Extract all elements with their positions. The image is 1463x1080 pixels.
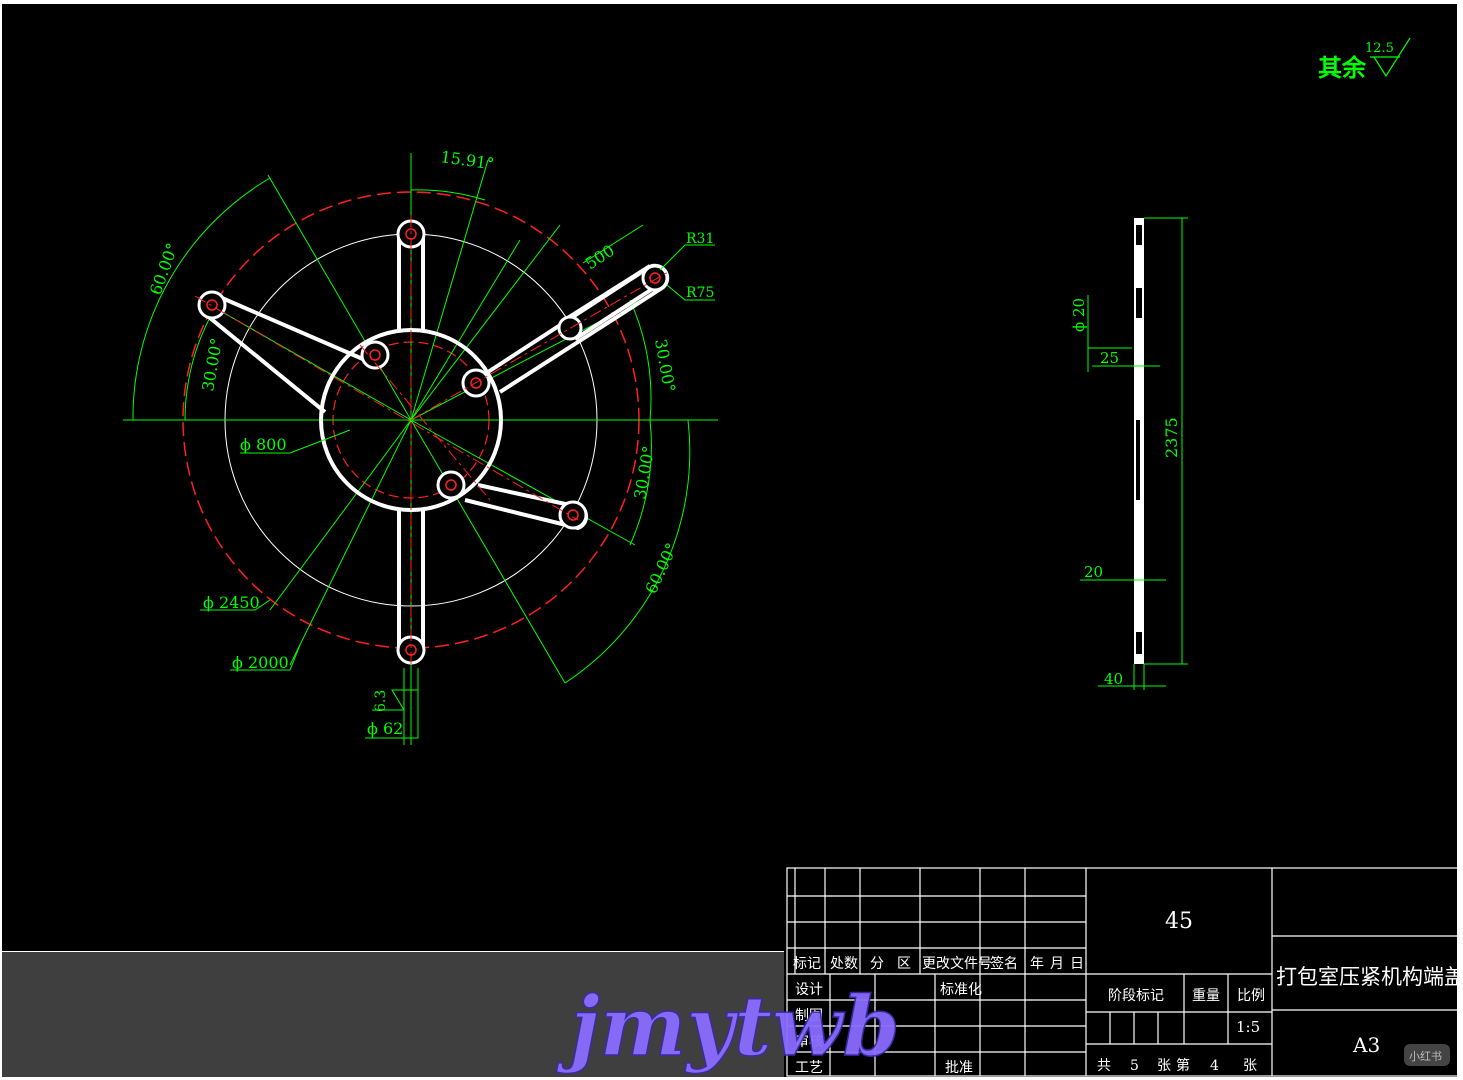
label-weight: 重量 bbox=[1192, 988, 1220, 1004]
side-notch-1 bbox=[1136, 288, 1142, 318]
label-standard: 标准化 bbox=[940, 982, 982, 998]
header-zone: 区 bbox=[897, 956, 911, 972]
sheet-size: A3 bbox=[1352, 1033, 1380, 1057]
label-stage: 阶段标记 bbox=[1108, 988, 1164, 1004]
header-change-doc: 更改文件号 bbox=[922, 956, 992, 972]
side-notch-bottom bbox=[1136, 632, 1142, 654]
side-notch-top bbox=[1136, 225, 1142, 245]
label-approve: 批准 bbox=[945, 1060, 973, 1076]
d2450-label: ϕ 2450 bbox=[203, 593, 260, 612]
hole-roughness-label: 6.3 bbox=[373, 690, 389, 712]
header-year: 年 bbox=[1030, 956, 1044, 972]
cad-drawing: 15.91° 60.00° 30.00° 30.00° 30.00° 60.00… bbox=[2, 4, 1463, 1077]
header-mark: 标记 bbox=[793, 956, 821, 972]
side-20-label: 20 bbox=[1084, 563, 1103, 581]
roughness-value: 12.5 bbox=[1365, 41, 1394, 56]
d800-label: ϕ 800 bbox=[240, 435, 287, 454]
header-day: 日 bbox=[1070, 956, 1084, 972]
material-label: 45 bbox=[1165, 909, 1193, 934]
label-scale: 比例 bbox=[1237, 988, 1265, 1004]
side-slot bbox=[1136, 420, 1140, 500]
r75-label: R75 bbox=[686, 285, 714, 301]
sheet-total: 5 bbox=[1130, 1058, 1139, 1074]
side-25-label: 25 bbox=[1100, 349, 1119, 367]
d2000-label: ϕ 2000 bbox=[232, 653, 289, 672]
header-div: 分 bbox=[870, 956, 884, 972]
watermark-text: jmytwb bbox=[556, 979, 900, 1075]
drawing-area bbox=[2, 4, 1457, 951]
header-count: 处数 bbox=[830, 956, 858, 972]
r31-label: R31 bbox=[686, 231, 714, 247]
sheet-total-label: 共 bbox=[1097, 1058, 1111, 1074]
d62-label: ϕ 62 bbox=[367, 719, 403, 738]
watermark-badge-text: 小红书 bbox=[1409, 1050, 1442, 1063]
side-2375-label: 2375 bbox=[1162, 417, 1181, 458]
sheet-unit-1: 张 bbox=[1157, 1058, 1171, 1074]
rest-surface-label: 其余 bbox=[1318, 53, 1367, 82]
sheet-unit-2: 张 bbox=[1243, 1058, 1257, 1074]
sheet-current: 4 bbox=[1210, 1058, 1219, 1074]
scale-value: 1:5 bbox=[1236, 1018, 1260, 1036]
side-d20-label: ϕ 20 bbox=[1070, 298, 1088, 332]
header-month: 月 bbox=[1050, 956, 1064, 972]
sheet-current-label: 第 bbox=[1176, 1057, 1190, 1074]
part-name: 打包室压紧机构端盖 bbox=[1276, 965, 1463, 989]
header-sign: 签名 bbox=[990, 955, 1018, 972]
side-40-label: 40 bbox=[1104, 670, 1123, 688]
